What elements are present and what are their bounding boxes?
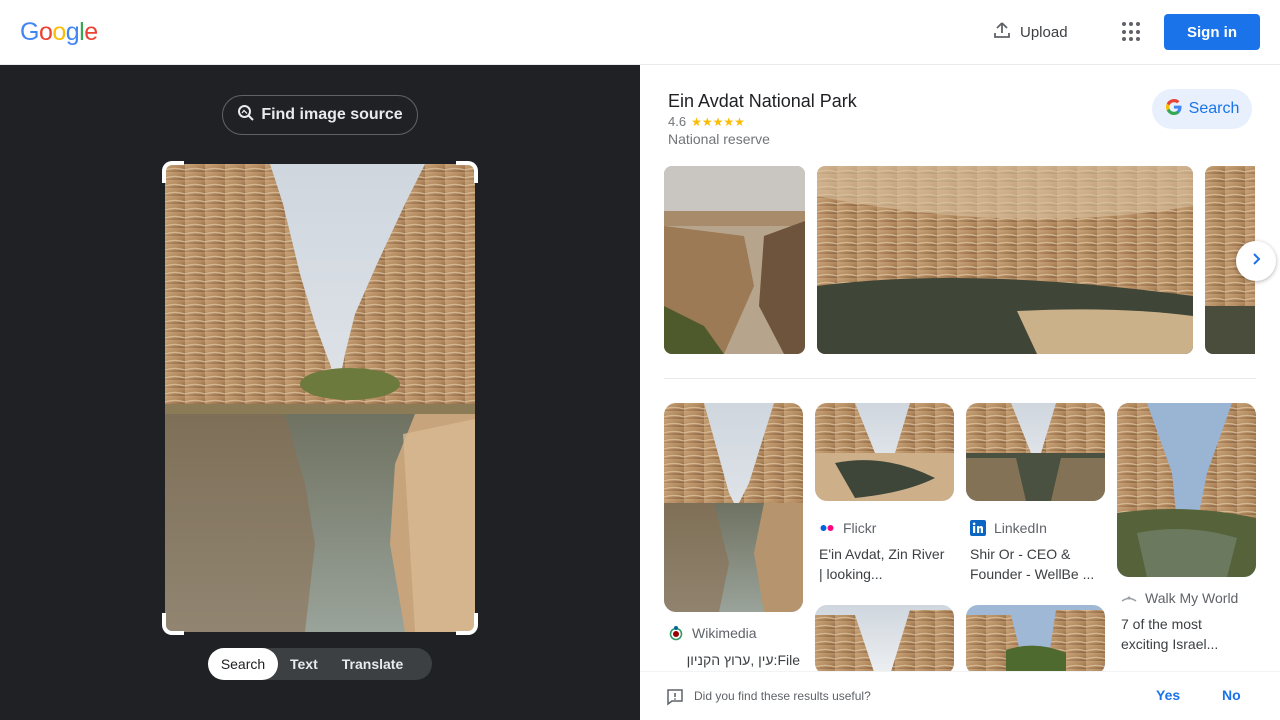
- wikimedia-icon: [668, 625, 684, 641]
- google-logo[interactable]: Google: [20, 18, 98, 47]
- feedback-question: Did you find these results useful?: [694, 689, 871, 703]
- result-image[interactable]: [966, 605, 1105, 675]
- image-search-icon: [237, 104, 255, 127]
- linkedin-icon: [970, 520, 986, 536]
- mode-translate[interactable]: Translate: [330, 648, 415, 680]
- lens-image-pane: Find image source Search Text Translate: [0, 65, 640, 720]
- result-source[interactable]: Walk My World: [1121, 590, 1238, 606]
- next-photos-button[interactable]: [1236, 241, 1276, 281]
- find-image-source-label: Find image source: [261, 106, 403, 123]
- sign-in-button[interactable]: Sign in: [1164, 14, 1260, 50]
- result-image[interactable]: [815, 403, 954, 501]
- star-rating-icon: ★★★★★: [691, 114, 745, 129]
- result-source[interactable]: Flickr: [819, 520, 876, 536]
- result-image[interactable]: [815, 605, 954, 675]
- result-source-name: LinkedIn: [994, 520, 1047, 536]
- mode-search[interactable]: Search: [208, 648, 278, 680]
- feedback-icon: [666, 688, 684, 711]
- logo-letter: o: [38, 18, 53, 46]
- result-source[interactable]: Wikimedia: [668, 625, 757, 641]
- crop-handle-top-right[interactable]: [456, 161, 478, 183]
- result-image[interactable]: [1117, 403, 1256, 577]
- walk-my-world-icon: [1121, 590, 1137, 606]
- upload-icon: [992, 20, 1012, 44]
- result-title[interactable]: 7 of the most exciting Israel...: [1121, 614, 1253, 654]
- place-photo[interactable]: [817, 166, 1193, 354]
- google-search-button[interactable]: Search: [1152, 89, 1252, 129]
- top-bar: Google Upload Sign in: [0, 0, 1280, 65]
- rating-value: 4.6: [668, 114, 687, 129]
- chevron-right-icon: [1249, 252, 1263, 271]
- upload-button[interactable]: Upload: [992, 20, 1068, 44]
- logo-letter: e: [84, 18, 98, 46]
- lens-mode-switcher: Search Text Translate: [208, 648, 432, 680]
- mode-text[interactable]: Text: [278, 648, 330, 680]
- google-search-label: Search: [1188, 100, 1240, 117]
- divider: [664, 378, 1256, 379]
- place-type: National reserve: [668, 131, 770, 147]
- result-title[interactable]: Shir Or - CEO & Founder - WellBe ...: [970, 544, 1102, 584]
- feedback-no-button[interactable]: No: [1222, 687, 1241, 703]
- results-pane: Ein Avdat National Park 4.6 ★★★★★ Nation…: [640, 65, 1280, 720]
- crop-handle-top-left[interactable]: [162, 161, 184, 183]
- crop-selection[interactable]: [162, 161, 478, 635]
- result-image[interactable]: [664, 403, 803, 612]
- feedback-yes-button[interactable]: Yes: [1156, 687, 1180, 703]
- find-image-source-button[interactable]: Find image source: [222, 95, 418, 135]
- rating-row: 4.6 ★★★★★: [668, 114, 745, 129]
- knowledge-panel-title[interactable]: Ein Avdat National Park: [668, 91, 857, 112]
- place-photo[interactable]: [664, 166, 805, 354]
- upload-label: Upload: [1020, 23, 1068, 41]
- result-title[interactable]: E'in Avdat, Zin River | looking...: [819, 544, 951, 584]
- logo-letter: g: [65, 18, 80, 46]
- result-title[interactable]: File:עין ,ערוץ הקניון: [668, 650, 800, 670]
- crop-handle-bottom-right[interactable]: [456, 613, 478, 635]
- result-source-name: Wikimedia: [692, 625, 757, 641]
- result-source-name: Walk My World: [1145, 590, 1239, 606]
- feedback-bar: Did you find these results useful? Yes N…: [640, 671, 1280, 720]
- result-image[interactable]: [966, 403, 1105, 501]
- google-g-icon: [1165, 98, 1183, 121]
- result-source-name: Flickr: [843, 520, 877, 536]
- apps-grid-icon[interactable]: [1122, 22, 1142, 42]
- selected-image: [165, 164, 475, 632]
- result-source[interactable]: LinkedIn: [970, 520, 1047, 536]
- flickr-icon: [819, 520, 835, 536]
- logo-letter: o: [52, 18, 66, 46]
- crop-handle-bottom-left[interactable]: [162, 613, 184, 635]
- logo-letter: G: [20, 18, 39, 46]
